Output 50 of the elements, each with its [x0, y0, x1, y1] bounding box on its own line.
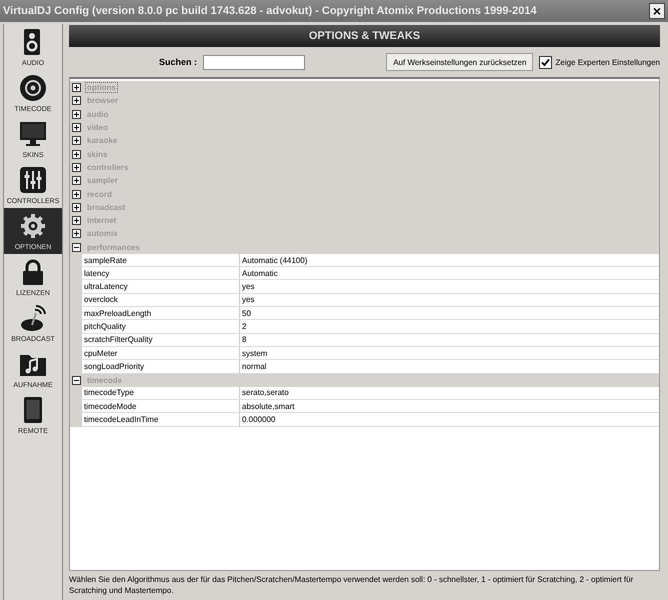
setting-name: scratchFilterQuality [82, 334, 240, 347]
monitor-icon [19, 120, 47, 148]
expand-icon[interactable] [72, 216, 81, 226]
reset-button[interactable]: Auf Werkseinstellungen zurücksetzen [386, 53, 534, 71]
setting-value[interactable]: yes [240, 294, 659, 308]
setting-value[interactable]: system [240, 346, 659, 360]
setting-value[interactable]: 8 [240, 334, 659, 347]
setting-value[interactable]: 0.000000 [240, 413, 659, 427]
setting-value[interactable]: yes [240, 280, 659, 294]
search-label: Suchen : [159, 57, 198, 67]
expand-icon[interactable] [72, 229, 81, 238]
setting-name: latency [82, 267, 240, 280]
setting-value[interactable]: 2 [240, 320, 659, 334]
setting-name: sampleRate [82, 254, 240, 268]
setting-name: maxPreloadLength [82, 307, 240, 320]
setting-value[interactable]: Automatic [240, 267, 659, 280]
expand-icon[interactable] [72, 83, 81, 92]
collapse-icon[interactable] [72, 242, 81, 252]
setting-value[interactable]: 50 [240, 307, 659, 320]
setting-name: timecodeType [82, 386, 240, 400]
antenna-icon [19, 304, 47, 332]
expand-icon[interactable] [72, 123, 81, 132]
expand-icon[interactable] [72, 162, 81, 172]
expand-icon[interactable] [72, 150, 81, 159]
expand-icon[interactable] [72, 190, 81, 199]
setting-name: cpuMeter [82, 346, 240, 360]
search-field[interactable] [203, 54, 306, 70]
setting-name: overclock [82, 294, 240, 308]
window-title: VirtualDJ Config (version 8.0.0 pc build 1743.628 - advokut) - Copyright Atomix Productions 1999-2014 [3, 5, 538, 17]
settings-icon [19, 212, 47, 240]
expand-icon[interactable] [72, 96, 81, 106]
setting-name: timecodeLeadInTime [82, 413, 240, 427]
setting-value[interactable]: absolute,smart [240, 400, 659, 414]
checkbox-label: Zeige Experten Einstellungen [555, 58, 660, 66]
setting-name: timecodeMode [82, 400, 240, 414]
setting-value[interactable]: serato,serato [240, 386, 659, 400]
close-button[interactable]: × [649, 3, 665, 19]
setting-name: pitchQuality [82, 320, 240, 334]
expand-icon[interactable] [72, 176, 81, 186]
collapse-icon[interactable] [72, 376, 81, 385]
disc-icon [19, 74, 47, 102]
setting-value[interactable]: Automatic (44100) [240, 254, 659, 268]
expand-icon[interactable] [72, 136, 81, 146]
help-text: Wählen Sie den Algorithmus aus der für das Pitchen/Scratchen/Mastertempo verwendet werden soll: 0 - schnellster, 1 - optimiert für Scratching, 2 - optimiert für Scratching und Mastertempo. [69, 574, 634, 597]
sliders-icon [19, 166, 47, 194]
setting-name: ultraLatency [82, 280, 240, 294]
checkbox[interactable] [539, 56, 552, 68]
expand-icon[interactable] [72, 110, 81, 119]
expand-icon[interactable] [72, 202, 81, 212]
section-header: OPTIONS & TWEAKS [69, 25, 660, 47]
